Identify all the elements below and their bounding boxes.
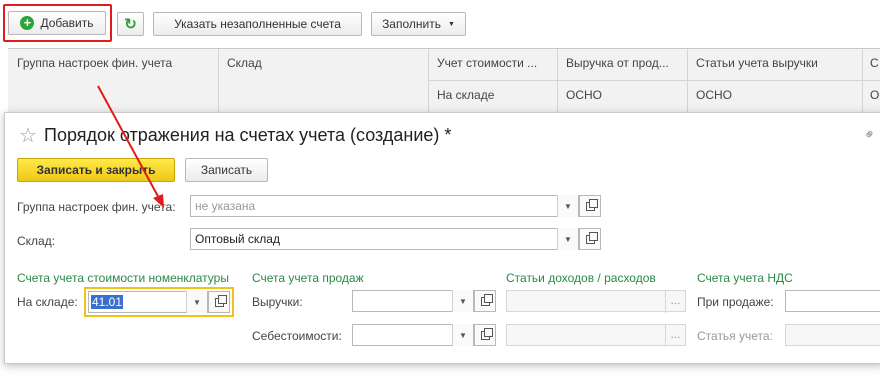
annotation-arrow <box>97 85 164 208</box>
